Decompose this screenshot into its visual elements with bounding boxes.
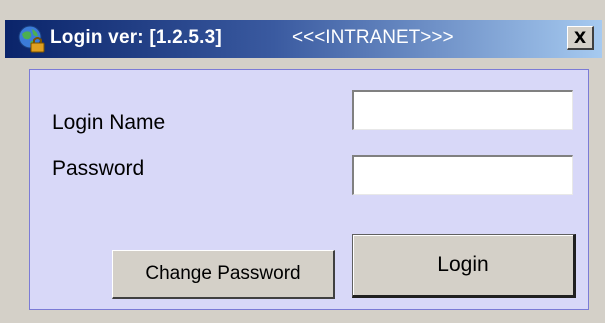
login-panel: Login Name Password Change Password Logi… — [29, 69, 589, 310]
close-icon: X — [573, 28, 587, 47]
password-label: Password — [52, 157, 145, 180]
login-button[interactable]: Login — [352, 234, 576, 298]
login-name-label: Login Name — [52, 111, 166, 134]
login-name-input[interactable] — [352, 90, 573, 130]
title-bar[interactable]: Login ver: [1.2.5.3] <<<INTRANET>>> X — [5, 20, 602, 58]
close-button[interactable]: X — [567, 26, 594, 50]
password-input[interactable] — [352, 155, 573, 195]
window-title: Login ver: [1.2.5.3] — [50, 27, 222, 48]
change-password-button[interactable]: Change Password — [112, 250, 335, 299]
globe-key-icon — [17, 24, 47, 54]
environment-label: <<<INTRANET>>> — [292, 27, 454, 48]
login-dialog: Login ver: [1.2.5.3] <<<INTRANET>>> X Lo… — [0, 0, 605, 323]
